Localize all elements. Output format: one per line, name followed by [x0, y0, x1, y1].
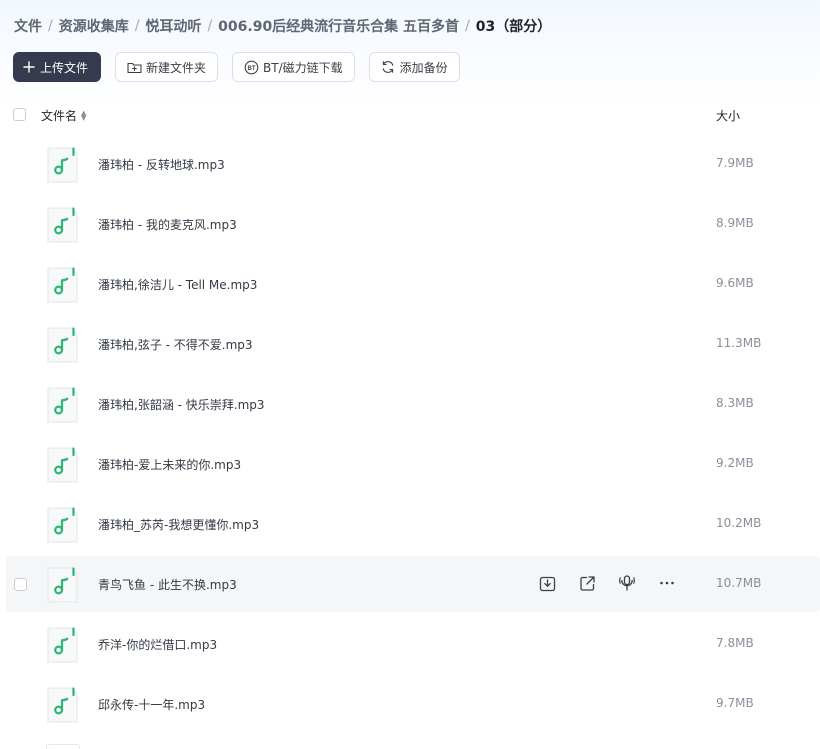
- breadcrumb-current: 03（部分）: [475, 19, 552, 35]
- column-header-name-label: 文件名: [41, 109, 78, 123]
- file-list: 潘玮柏 - 反转地球.mp3 7.9MB 潘玮柏 - 我的麦克风.mp3 8.9…: [0, 136, 820, 736]
- file-row[interactable]: 潘玮柏,徐洁儿 - Tell Me.mp3 9.6MB: [6, 256, 820, 312]
- upload-button-label: 上传文件: [39, 60, 88, 75]
- breadcrumb-item[interactable]: 006.90后经典流行音乐合集 五百多首: [218, 16, 459, 36]
- file-row[interactable]: 青鸟飞鱼 - 此生不换.mp3 10.7MB: [6, 556, 820, 612]
- music-file-icon: [46, 507, 78, 543]
- podcast-icon[interactable]: [618, 574, 636, 592]
- column-header-name[interactable]: 文件名 ▲ ▼: [41, 107, 86, 124]
- file-row[interactable]: 潘玮柏_苏芮-我想更懂你.mp3 10.2MB: [6, 496, 820, 552]
- file-name[interactable]: 潘玮柏,张韶涵 - 快乐崇拜.mp3: [98, 396, 265, 413]
- add-backup-button[interactable]: 添加备份: [368, 52, 460, 82]
- select-all-checkbox[interactable]: [13, 108, 26, 121]
- breadcrumb-separator: /: [207, 18, 213, 34]
- new-folder-icon: [126, 59, 142, 75]
- row-checkbox[interactable]: [14, 578, 27, 591]
- file-name[interactable]: 潘玮柏_苏芮-我想更懂你.mp3: [98, 516, 259, 533]
- music-file-icon: [46, 567, 78, 603]
- file-row[interactable]: 潘玮柏-爱上未来的你.mp3 9.2MB: [6, 436, 820, 492]
- table-header: 文件名 ▲ ▼ 大小: [0, 104, 820, 128]
- breadcrumb: 文件 / 资源收集库 / 悦耳动听 / 006.90后经典流行音乐合集 五百多首…: [14, 15, 551, 37]
- file-size: 8.9MB: [716, 216, 754, 230]
- file-row[interactable]: 潘玮柏,张韶涵 - 快乐崇拜.mp3 8.3MB: [6, 376, 820, 432]
- file-size: 7.8MB: [716, 636, 754, 650]
- download-icon[interactable]: [538, 574, 556, 592]
- file-name[interactable]: 邱永传-十一年.mp3: [98, 696, 205, 713]
- music-file-icon: [46, 447, 78, 483]
- sort-icon[interactable]: ▲ ▼: [81, 109, 86, 121]
- svg-text:BT: BT: [247, 66, 255, 72]
- file-name[interactable]: 潘玮柏 - 我的麦克风.mp3: [98, 216, 237, 233]
- share-icon[interactable]: [578, 574, 596, 592]
- add-backup-label: 添加备份: [399, 60, 448, 75]
- file-name[interactable]: 潘玮柏,徐洁儿 - Tell Me.mp3: [98, 276, 257, 293]
- file-name[interactable]: 青鸟飞鱼 - 此生不换.mp3: [98, 576, 237, 593]
- toolbar: 上传文件 新建文件夹 BT BT/磁力链下载 添加备份: [13, 52, 460, 82]
- music-file-icon: [46, 207, 78, 243]
- file-name[interactable]: 潘玮柏,弦子 - 不得不爱.mp3: [98, 336, 253, 353]
- file-name[interactable]: 潘玮柏-爱上未来的你.mp3: [98, 456, 241, 473]
- file-row[interactable]: 乔洋-你的烂借口.mp3 7.8MB: [6, 616, 820, 672]
- file-row[interactable]: 潘玮柏 - 反转地球.mp3 7.9MB: [6, 136, 820, 192]
- row-actions: [538, 574, 676, 592]
- file-size: 9.7MB: [716, 696, 754, 710]
- breadcrumb-item[interactable]: 资源收集库: [59, 16, 129, 36]
- breadcrumb-item[interactable]: 文件: [14, 16, 42, 36]
- file-name[interactable]: 潘玮柏 - 反转地球.mp3: [98, 156, 225, 173]
- new-folder-button[interactable]: 新建文件夹: [115, 52, 219, 82]
- music-file-icon: [46, 327, 78, 363]
- upload-button[interactable]: 上传文件: [13, 52, 101, 82]
- more-icon[interactable]: [658, 574, 676, 592]
- bt-download-label: BT/磁力链下载: [263, 60, 343, 75]
- file-size: 10.2MB: [716, 516, 762, 530]
- music-file-icon: [46, 147, 78, 183]
- file-row[interactable]: 潘玮柏 - 我的麦克风.mp3 8.9MB: [6, 196, 820, 252]
- music-file-icon: [46, 627, 78, 663]
- file-size: 7.9MB: [716, 156, 754, 170]
- file-size: 9.6MB: [716, 276, 754, 290]
- file-name[interactable]: 乔洋-你的烂借口.mp3: [98, 636, 217, 653]
- file-size: 10.7MB: [716, 576, 762, 590]
- file-size: 8.3MB: [716, 396, 754, 410]
- column-header-size[interactable]: 大小: [716, 107, 740, 124]
- file-size: 9.2MB: [716, 456, 754, 470]
- music-file-icon: [46, 744, 80, 749]
- sync-icon: [380, 59, 396, 75]
- music-file-icon: [46, 387, 78, 423]
- file-size: 11.3MB: [716, 336, 762, 350]
- bt-icon: BT: [243, 59, 259, 75]
- music-file-icon: [46, 267, 78, 303]
- plus-icon: [23, 59, 36, 75]
- breadcrumb-separator: /: [465, 18, 470, 34]
- file-row[interactable]: 邱永传-十一年.mp3 9.7MB: [6, 676, 820, 732]
- file-manager-page: 文件 / 资源收集库 / 悦耳动听 / 006.90后经典流行音乐合集 五百多首…: [0, 0, 820, 749]
- breadcrumb-separator: /: [48, 18, 53, 34]
- music-file-icon: [46, 687, 78, 723]
- bt-download-button[interactable]: BT BT/磁力链下载: [232, 52, 355, 82]
- new-folder-label: 新建文件夹: [146, 60, 207, 75]
- breadcrumb-separator: /: [134, 18, 140, 34]
- breadcrumb-item[interactable]: 悦耳动听: [145, 16, 201, 36]
- file-row[interactable]: 潘玮柏,弦子 - 不得不爱.mp3 11.3MB: [6, 316, 820, 372]
